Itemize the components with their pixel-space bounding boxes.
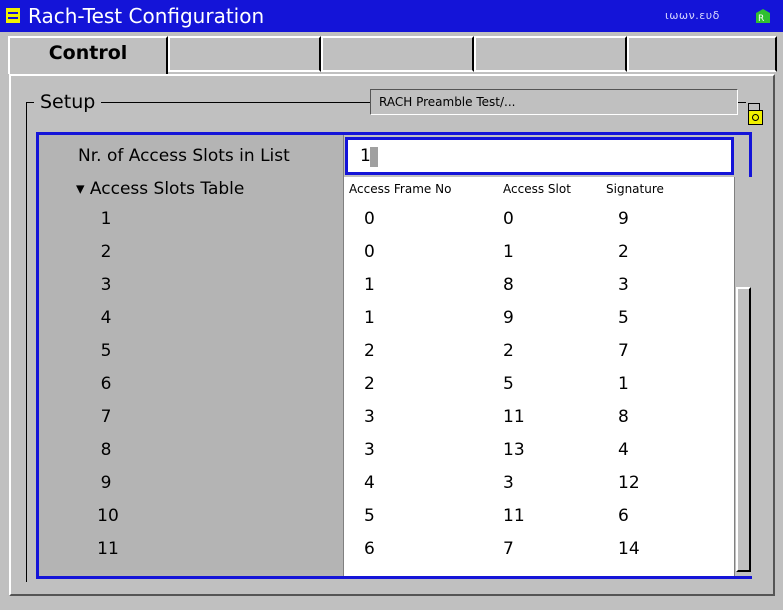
access-slots-table [344, 202, 734, 576]
nr-access-slots-label: Nr. of Access Slots in List [78, 146, 290, 166]
tab-3[interactable] [321, 36, 474, 72]
cell-signature[interactable]: 4 [618, 436, 629, 464]
cell-frame[interactable]: 2 [364, 337, 375, 365]
cell-frame[interactable]: 4 [364, 469, 375, 497]
window-title: Rach-Test Configuration [28, 4, 265, 28]
row-index: 10 [97, 506, 119, 526]
cell-frame[interactable]: 5 [364, 502, 375, 530]
cell-signature[interactable]: 3 [618, 271, 629, 299]
row-index: 7 [100, 407, 112, 427]
cell-frame[interactable]: 1 [364, 271, 375, 299]
cell-slot[interactable]: 7 [503, 535, 514, 563]
cell-frame[interactable]: 3 [364, 403, 375, 431]
text-cursor [370, 147, 378, 167]
rs-logo-icon: R [754, 7, 772, 25]
scrollbar-thumb[interactable] [736, 287, 751, 572]
cell-signature[interactable]: 9 [618, 205, 629, 233]
cell-frame[interactable]: 0 [364, 205, 375, 233]
row-index: 6 [100, 374, 112, 394]
cell-slot[interactable]: 8 [503, 271, 514, 299]
row-index: 2 [100, 242, 112, 262]
cell-slot[interactable]: 9 [503, 304, 514, 332]
cell-slot[interactable]: 5 [503, 370, 514, 398]
tab-2[interactable] [168, 36, 321, 72]
col-header-frame: Access Frame No [349, 182, 452, 196]
setup-frame-edge [26, 102, 27, 582]
tab-4[interactable] [474, 36, 627, 72]
title-bar: Rach-Test Configuration ιωων.ευδ R [0, 0, 783, 32]
row-index: 8 [100, 440, 112, 460]
cell-signature[interactable]: 5 [618, 304, 629, 332]
row-index: 3 [100, 275, 112, 295]
cell-slot[interactable]: 0 [503, 205, 514, 233]
cell-slot[interactable]: 3 [503, 469, 514, 497]
setup-legend: Setup [34, 90, 102, 114]
cell-signature[interactable]: 14 [618, 535, 640, 563]
status-text: ιωων.ευδ [665, 9, 720, 22]
cell-frame[interactable]: 2 [364, 370, 375, 398]
nr-access-slots-input[interactable]: 1 [345, 137, 734, 175]
cell-signature[interactable]: 7 [618, 337, 629, 365]
cell-slot[interactable]: 1 [503, 238, 514, 266]
svg-text:R: R [758, 14, 764, 24]
cell-frame[interactable]: 0 [364, 238, 375, 266]
col-header-signature: Signature [606, 182, 664, 196]
row-index: 1 [100, 209, 112, 229]
settings-indicator-icon[interactable] [748, 110, 763, 125]
row-index: 5 [100, 341, 112, 361]
row-index: 11 [97, 539, 119, 559]
row-index: 4 [100, 308, 112, 328]
cell-slot[interactable]: 2 [503, 337, 514, 365]
tab-control[interactable]: Control [8, 36, 168, 74]
cell-signature[interactable]: 2 [618, 238, 629, 266]
rach-test-window: Rach-Test Configuration ιωων.ευδ R Contr… [0, 0, 783, 610]
tab-bar: Control [0, 32, 783, 74]
preamble-test-field[interactable]: RACH Preamble Test/... [370, 89, 738, 115]
access-slots-table-label[interactable]: ▾ Access Slots Table [76, 175, 244, 203]
cell-signature[interactable]: 6 [618, 502, 629, 530]
cell-frame[interactable]: 3 [364, 436, 375, 464]
tab-5[interactable] [627, 36, 777, 72]
cell-frame[interactable]: 6 [364, 535, 375, 563]
cell-signature[interactable]: 12 [618, 469, 640, 497]
cell-slot[interactable]: 11 [503, 502, 525, 530]
cell-slot[interactable]: 13 [503, 436, 525, 464]
cell-slot[interactable]: 11 [503, 403, 525, 431]
table-scrollbar[interactable] [734, 177, 752, 576]
col-header-slot: Access Slot [503, 182, 571, 196]
menu-icon[interactable] [6, 8, 20, 23]
cell-frame[interactable]: 1 [364, 304, 375, 332]
row-index: 9 [100, 473, 112, 493]
cell-signature[interactable]: 1 [618, 370, 629, 398]
cell-signature[interactable]: 8 [618, 403, 629, 431]
